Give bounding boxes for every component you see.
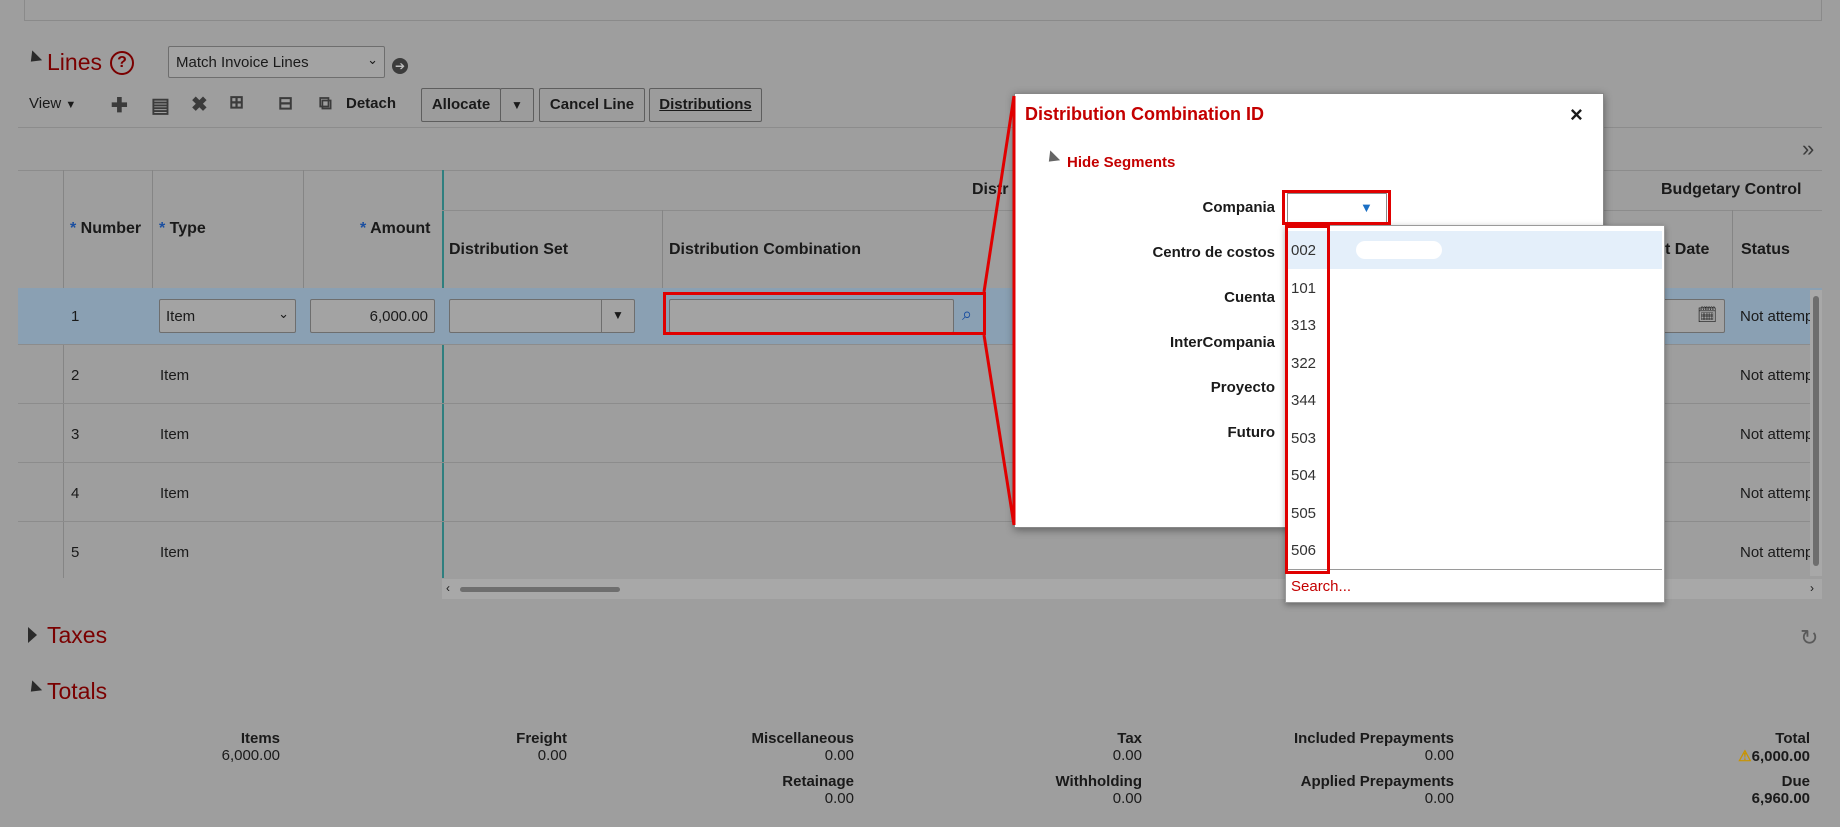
applied-prepay-label: Applied Prepayments: [1300, 773, 1454, 790]
items-value: 6,000.00: [221, 747, 280, 764]
callout-lines: [982, 95, 1016, 526]
taxes-title: Taxes: [47, 622, 108, 648]
withholding-label: Withholding: [1055, 773, 1143, 790]
total-label: Total: [1775, 730, 1810, 747]
total-tax: Tax 0.00: [982, 730, 1142, 764]
due-value: 6,960.00: [1751, 790, 1810, 807]
total-retainage: Retainage 0.00: [694, 773, 854, 807]
tax-value: 0.00: [1112, 747, 1142, 764]
retainage-label: Retainage: [782, 773, 854, 790]
withholding-value: 0.00: [1112, 790, 1142, 807]
incl-prepay-label: Included Prepayments: [1293, 730, 1454, 747]
misc-label: Miscellaneous: [751, 730, 854, 747]
total-withholding: Withholding 0.00: [982, 773, 1143, 807]
total-items: Items 6,000.00: [120, 730, 280, 764]
tax-label: Tax: [1117, 730, 1142, 747]
total-misc: Miscellaneous 0.00: [694, 730, 854, 764]
total-total: Total ⚠6,000.00: [1640, 730, 1810, 765]
applied-prepay-value: 0.00: [1424, 790, 1454, 807]
total-freight: Freight 0.00: [407, 730, 567, 764]
due-label: Due: [1781, 773, 1810, 790]
expand-taxes-icon[interactable]: [28, 627, 37, 643]
total-incl-prepay: Included Prepayments 0.00: [1254, 730, 1454, 764]
incl-prepay-value: 0.00: [1424, 747, 1454, 764]
retainage-value: 0.00: [824, 790, 854, 807]
items-label: Items: [240, 730, 280, 747]
refresh-icon[interactable]: ↻: [1800, 625, 1818, 651]
misc-value: 0.00: [824, 747, 854, 764]
totals-title: Totals: [47, 678, 108, 704]
total-due: Due 6,960.00: [1640, 773, 1810, 807]
freight-value: 0.00: [537, 747, 567, 764]
total-value: 6,000.00: [1751, 748, 1810, 765]
freight-label: Freight: [516, 730, 567, 747]
total-applied-prepay: Applied Prepayments 0.00: [1254, 773, 1454, 807]
warning-icon: ⚠: [1738, 748, 1752, 765]
